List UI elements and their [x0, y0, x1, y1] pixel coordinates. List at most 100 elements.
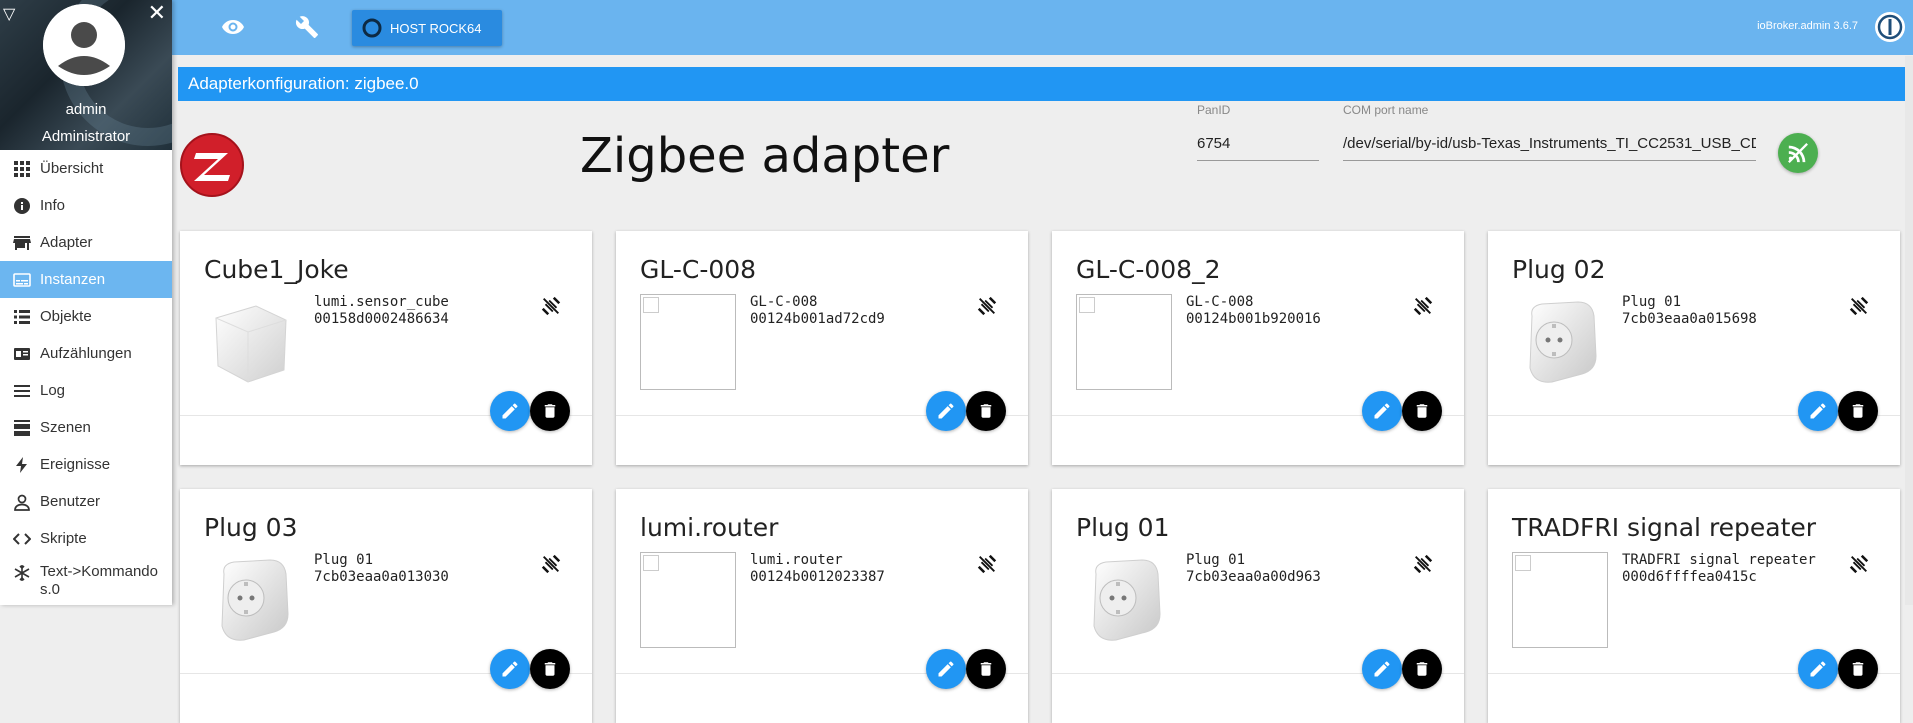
edit-button[interactable] [490, 649, 530, 689]
host-status-icon [362, 18, 382, 38]
sidebar-item-ereignisse[interactable]: Ereignisse [0, 446, 172, 483]
bolt-icon [12, 455, 32, 475]
info-icon [12, 196, 32, 216]
page-title: Adapterkonfiguration: zigbee.0 [178, 67, 1905, 101]
sidebar-item-benutzer[interactable]: Benutzer [0, 483, 172, 520]
sidebar-item-label: Skripte [40, 530, 87, 547]
device-info: lumi.router 00124b0012023387 [750, 552, 885, 586]
pencil-icon [1372, 401, 1392, 421]
device-name: Plug 02 [1512, 255, 1606, 284]
device-image [640, 294, 736, 390]
sidebar-item-label: Objekte [40, 308, 92, 325]
delete-button[interactable] [1838, 391, 1878, 431]
sidebar-item-aufzählungen[interactable]: Aufzählungen [0, 335, 172, 372]
pairing-button[interactable] [1778, 133, 1818, 173]
delete-button[interactable] [530, 391, 570, 431]
device-id: 7cb03eaa0a00d963 [1186, 569, 1321, 585]
sidebar-item-skripte[interactable]: Skripte [0, 520, 172, 557]
device-name: GL-C-008_2 [1076, 255, 1221, 284]
sidebar-item-label: Ereignisse [40, 456, 111, 473]
edit-button[interactable] [926, 649, 966, 689]
device-id: 00124b0012023387 [750, 569, 885, 585]
sidebar-item-objekte[interactable]: Objekte [0, 298, 172, 335]
sidebar-item-info[interactable]: Info [0, 187, 172, 224]
com-port-field[interactable]: COM port name /dev/serial/by-id/usb-Texa… [1343, 103, 1756, 161]
edit-button[interactable] [1798, 649, 1838, 689]
store-icon [12, 233, 32, 253]
edit-button[interactable] [490, 391, 530, 431]
sidebar-item-adapter[interactable]: Adapter [0, 224, 172, 261]
sidebar-item-label: Aufzählungen [40, 345, 132, 362]
sidebar-item-text-kommandos-0[interactable]: Text->Kommandos.0 [0, 557, 172, 609]
device-info: TRADFRI signal repeater 000d6ffffea0415c [1622, 552, 1816, 586]
sidebar-item-instanzen[interactable]: Instanzen [0, 261, 172, 298]
edit-button[interactable] [926, 391, 966, 431]
sidebar-item-label: Log [40, 382, 66, 399]
eye-icon[interactable] [220, 14, 246, 40]
delete-button[interactable] [1402, 649, 1442, 689]
code-icon [12, 529, 32, 549]
wrench-icon[interactable] [294, 14, 320, 40]
device-card: lumi.router lumi.router 00124b0012023387 [616, 489, 1028, 723]
iobroker-logo-icon[interactable] [1875, 12, 1905, 42]
sidebar-item-szenen[interactable]: Szenen [0, 409, 172, 446]
device-name: lumi.router [640, 513, 779, 542]
delete-button[interactable] [530, 649, 570, 689]
avatar[interactable] [43, 4, 125, 86]
edit-button[interactable] [1798, 391, 1838, 431]
delete-button[interactable] [1402, 391, 1442, 431]
device-model: lumi.sensor_cube [314, 294, 449, 310]
sidebar-item-log[interactable]: Log [0, 372, 172, 409]
pairing-icon [1788, 143, 1808, 163]
device-model: Plug 01 [1186, 552, 1246, 568]
close-icon[interactable]: ✕ [148, 0, 166, 26]
delete-button[interactable] [966, 649, 1006, 689]
device-image [1076, 552, 1170, 646]
edit-button[interactable] [1362, 649, 1402, 689]
device-name: Plug 03 [204, 513, 298, 542]
pencil-icon [936, 401, 956, 421]
trash-icon [977, 402, 995, 420]
panid-field[interactable]: PanID 6754 [1197, 103, 1319, 161]
link-quality-icon [1412, 553, 1434, 575]
device-card: GL-C-008 GL-C-008 00124b001ad72cd9 [616, 231, 1028, 465]
edit-button[interactable] [1362, 391, 1402, 431]
device-card: Cube1_Joke lumi.sensor_cube 00158d00024866… [180, 231, 592, 465]
sidebar-item-übersicht[interactable]: Übersicht [0, 150, 172, 187]
grid-icon [12, 159, 32, 179]
trash-icon [541, 660, 559, 678]
host-button[interactable]: HOST ROCK64 [352, 10, 502, 46]
sidebar-item-label: Text->Kommandos.0 [40, 563, 158, 598]
menu-toggle-icon[interactable]: ▽ [3, 4, 15, 24]
host-label: HOST ROCK64 [390, 20, 482, 36]
panid-label: PanID [1197, 103, 1231, 117]
panid-input[interactable]: 6754 [1197, 135, 1319, 161]
sidebar: ▽ ✕ admin Administrator Übersicht Info Ada… [0, 0, 172, 605]
pencil-icon [936, 659, 956, 679]
device-name: Plug 01 [1076, 513, 1170, 542]
device-card: Plug 01 Plug 01 7cb03eaa0a00d963 [1052, 489, 1464, 723]
link-quality-icon [540, 295, 562, 317]
trash-icon [977, 660, 995, 678]
sidebar-item-label: Übersicht [40, 160, 104, 177]
sidebar-item-label: Benutzer [40, 493, 101, 510]
top-bar: HOST ROCK64 ioBroker.admin 3.6.7 [172, 0, 1913, 55]
user-name: admin [65, 101, 107, 118]
user-role: Administrator [41, 128, 131, 145]
trash-icon [1849, 402, 1867, 420]
device-name: TRADFRI signal repeater [1512, 513, 1817, 542]
log-icon [12, 381, 32, 401]
adapter-heading: Zigbee adapter [580, 128, 950, 184]
device-card: TRADFRI signal repeater TRADFRI signal re… [1488, 489, 1900, 723]
link-quality-icon [540, 553, 562, 575]
scrollbar[interactable] [1905, 56, 1913, 605]
delete-button[interactable] [1838, 649, 1878, 689]
list-icon [12, 307, 32, 327]
device-info: Plug 01 7cb03eaa0a015698 [1622, 294, 1757, 328]
com-port-input[interactable]: /dev/serial/by-id/usb-Texas_Instruments_… [1343, 135, 1756, 161]
delete-button[interactable] [966, 391, 1006, 431]
sidebar-item-label: Szenen [40, 419, 91, 436]
device-id: 7cb03eaa0a015698 [1622, 311, 1757, 327]
device-card: GL-C-008_2 GL-C-008 00124b001b920016 [1052, 231, 1464, 465]
scenes-icon [12, 418, 32, 438]
